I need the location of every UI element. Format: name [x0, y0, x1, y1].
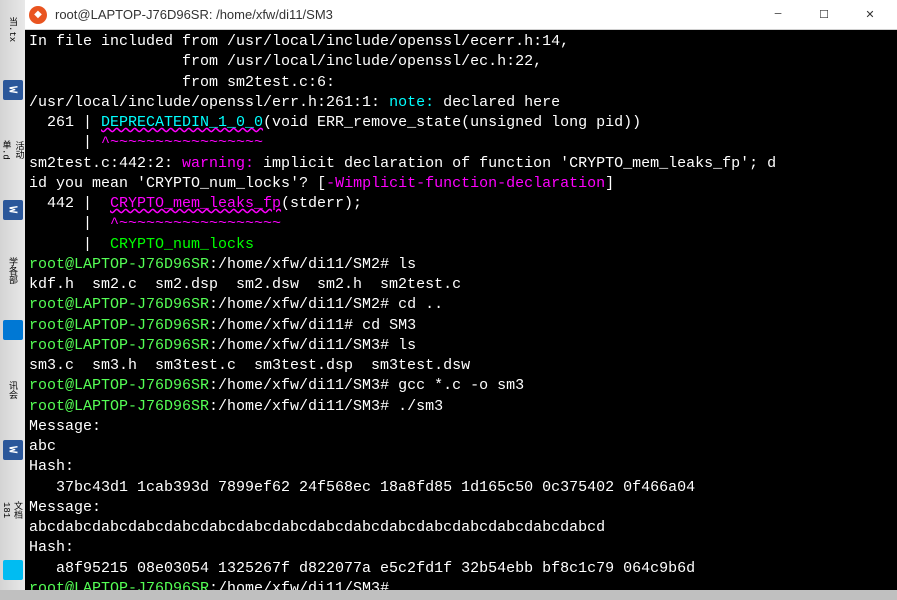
prompt-user: root@LAPTOP-J76D96SR	[29, 256, 209, 273]
taskbar-item-blue[interactable]	[0, 300, 25, 360]
taskbar-label: 单.d	[0, 140, 13, 160]
prompt-cmd: # ls	[380, 256, 416, 273]
prompt-path: :/home/xfw/di11/SM3	[209, 398, 380, 415]
term-line: |	[29, 134, 101, 151]
term-line: /usr/local/include/openssl/err.h:261:1:	[29, 94, 389, 111]
term-line: CRYPTO_mem_leaks_fp	[569, 155, 740, 172]
term-line: 261 |	[29, 114, 101, 131]
term-line: '; d	[740, 155, 776, 172]
output-hash: 37bc43d1 1cab393d 7899ef62 24f568ec 18a8…	[29, 479, 695, 496]
term-line: id you mean '	[29, 175, 146, 192]
word-icon: W	[3, 200, 23, 220]
suggestion: CRYPTO_num_locks	[110, 236, 254, 253]
term-line: |	[29, 236, 110, 253]
taskbar-item[interactable]: 活动单.d	[0, 120, 25, 180]
prompt-cmd: # gcc *.c -o sm3	[380, 377, 524, 394]
warning-flag: -Wimplicit-function-declaration	[326, 175, 605, 192]
taskbar-item[interactable]: 当.tx	[0, 0, 25, 60]
term-line: declared here	[443, 94, 560, 111]
term-line: implicit declaration of function '	[263, 155, 569, 172]
prompt-path: :/home/xfw/di11/SM2	[209, 256, 380, 273]
term-line: In file included from /usr/local/include…	[29, 33, 569, 50]
word-icon: W	[3, 440, 23, 460]
minimize-button[interactable]: ─	[755, 0, 801, 30]
desktop-taskbar: 当.tx W 活动单.d W 学各部 讯会 W 文档181	[0, 0, 25, 590]
term-line: 442 |	[29, 195, 110, 212]
taskbar-label: 文档	[11, 501, 24, 519]
term-line: from sm2test.c:6:	[29, 74, 335, 91]
taskbar-item-cyan[interactable]	[0, 540, 25, 600]
app-icon	[3, 560, 23, 580]
output-msg: abc	[29, 438, 56, 455]
deprecated-symbol: DEPRECATEDIN_1_0_0	[101, 114, 263, 131]
taskbar-label: 活动	[13, 141, 26, 159]
taskbar-item[interactable]: 文档181	[0, 480, 25, 540]
taskbar-item[interactable]: 讯会	[0, 360, 25, 420]
prompt-user: root@LAPTOP-J76D96SR	[29, 317, 209, 334]
terminal-output[interactable]: In file included from /usr/local/include…	[25, 30, 897, 590]
app-icon	[3, 320, 23, 340]
prompt-path: :/home/xfw/di11/SM3	[209, 580, 380, 590]
prompt-user: root@LAPTOP-J76D96SR	[29, 296, 209, 313]
taskbar-label: 讯会	[6, 381, 19, 399]
ls-output: kdf.h sm2.c sm2.dsp sm2.dsw sm2.h sm2tes…	[29, 276, 461, 293]
taskbar-item-word[interactable]: W	[0, 60, 25, 120]
output-label: Hash:	[29, 458, 74, 475]
taskbar-item-word2[interactable]: W	[0, 180, 25, 240]
ls-output: sm3.c sm3.h sm3test.c sm3test.dsp sm3tes…	[29, 357, 470, 374]
word-icon: W	[3, 80, 23, 100]
warning-label: warning:	[182, 155, 263, 172]
prompt-user: root@LAPTOP-J76D96SR	[29, 398, 209, 415]
prompt-cmd: # cd SM3	[344, 317, 416, 334]
output-label: Hash:	[29, 539, 74, 556]
prompt-cmd: # ./sm3	[380, 398, 443, 415]
taskbar-item[interactable]: 学各部	[0, 240, 25, 300]
output-msg: abcdabcdabcdabcdabcdabcdabcdabcdabcdabcd…	[29, 519, 605, 536]
output-label: Message:	[29, 418, 101, 435]
term-line: ]	[605, 175, 614, 192]
output-hash: a8f95215 08e03054 1325267f d822077a e5c2…	[29, 560, 695, 577]
term-line: '? [	[290, 175, 326, 192]
prompt-path: :/home/xfw/di11/SM2	[209, 296, 380, 313]
taskbar-label: 181	[1, 502, 11, 518]
prompt-cmd: # cd ..	[380, 296, 443, 313]
term-line: sm2test.c:442:2:	[29, 155, 182, 172]
close-button[interactable]: ✕	[847, 0, 893, 30]
term-line: |	[29, 215, 110, 232]
note-label: note:	[389, 94, 443, 111]
maximize-button[interactable]: ☐	[801, 0, 847, 30]
term-line: from /usr/local/include/openssl/ec.h:22,	[29, 53, 542, 70]
window-title: root@LAPTOP-J76D96SR: /home/xfw/di11/SM3	[55, 7, 755, 22]
terminal-window: ◆ root@LAPTOP-J76D96SR: /home/xfw/di11/S…	[25, 0, 897, 590]
taskbar-label: 学各部	[6, 257, 19, 284]
prompt-user: root@LAPTOP-J76D96SR	[29, 337, 209, 354]
prompt-user: root@LAPTOP-J76D96SR	[29, 377, 209, 394]
ubuntu-icon: ◆	[29, 6, 47, 24]
term-line: CRYPTO_num_locks	[146, 175, 290, 192]
prompt-user: root@LAPTOP-J76D96SR	[29, 580, 209, 590]
prompt-path: :/home/xfw/di11/SM3	[209, 377, 380, 394]
taskbar-label: 当.tx	[6, 17, 19, 42]
term-line: (stderr);	[281, 195, 362, 212]
prompt-path: :/home/xfw/di11	[209, 317, 344, 334]
error-symbol: CRYPTO_mem_leaks_fp	[110, 195, 281, 212]
term-line: (void ERR_remove_state(unsigned long pid…	[263, 114, 641, 131]
window-controls: ─ ☐ ✕	[755, 0, 893, 30]
prompt-path: :/home/xfw/di11/SM3	[209, 337, 380, 354]
prompt-cmd: #	[380, 580, 398, 590]
taskbar-item-word3[interactable]: W	[0, 420, 25, 480]
window-titlebar[interactable]: ◆ root@LAPTOP-J76D96SR: /home/xfw/di11/S…	[25, 0, 897, 30]
caret-line: ^~~~~~~~~~~~~~~~~~~	[110, 215, 281, 232]
output-label: Message:	[29, 499, 101, 516]
caret-line: ^~~~~~~~~~~~~~~~~~	[101, 134, 263, 151]
prompt-cmd: # ls	[380, 337, 416, 354]
